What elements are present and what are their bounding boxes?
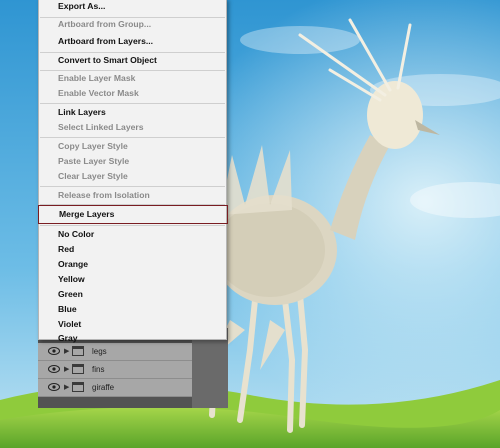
menu-item-clear-layer-style: Clear Layer Style [58,171,128,181]
expand-arrow-icon[interactable]: ▶ [64,365,69,373]
eye-icon[interactable] [48,364,60,374]
menu-item-copy-layer-style: Copy Layer Style [58,141,128,151]
folder-icon [72,364,84,374]
menu-item-color-red[interactable]: Red [39,242,226,257]
menu-item-export-as[interactable]: Export As... [39,0,226,14]
folder-icon [72,382,84,392]
menu-item-color-yellow[interactable]: Yellow [39,272,226,287]
expand-arrow-icon[interactable]: ▶ [64,347,69,355]
folder-icon [72,346,84,356]
layer-context-menu: Export As... Artboard from Group... Artb… [38,0,228,343]
menu-item-artboard-from-group: Artboard from Group... [58,19,152,29]
menu-item-color-violet[interactable]: Violet [39,317,226,332]
menu-item-artboard-from-layers[interactable]: Artboard from Layers... [39,34,226,49]
layer-name: legs [92,347,107,356]
layer-row[interactable]: ▶ fins [38,361,192,379]
menu-separator [40,186,225,187]
layer-row[interactable]: ▶ giraffe [38,379,192,397]
menu-item-color-orange[interactable]: Orange [39,257,226,272]
layer-name: giraffe [92,383,115,392]
menu-separator [40,103,225,104]
menu-item-color-blue[interactable]: Blue [39,302,226,317]
menu-item-paste-layer-style: Paste Layer Style [58,156,130,166]
menu-separator [40,137,225,138]
menu-item-convert-to-smart-object[interactable]: Convert to Smart Object [39,53,226,68]
menu-item-merge-layers[interactable]: Merge Layers [38,205,228,224]
menu-item-release-from-isolation: Release from Isolation [58,190,150,200]
menu-item-color-none[interactable]: No Color [39,227,226,242]
expand-arrow-icon[interactable]: ▶ [64,383,69,391]
menu-item-select-linked-layers: Select Linked Layers [58,122,144,132]
eye-icon[interactable] [48,382,60,392]
menu-item-link-layers[interactable]: Link Layers [39,105,226,120]
eye-icon[interactable] [48,346,60,356]
menu-item-color-gray[interactable]: Gray [39,331,226,346]
menu-item-enable-layer-mask: Enable Layer Mask [58,73,136,83]
menu-item-color-green[interactable]: Green [39,287,226,302]
menu-separator [40,225,225,226]
layer-name: fins [92,365,105,374]
menu-item-enable-vector-mask: Enable Vector Mask [58,88,139,98]
